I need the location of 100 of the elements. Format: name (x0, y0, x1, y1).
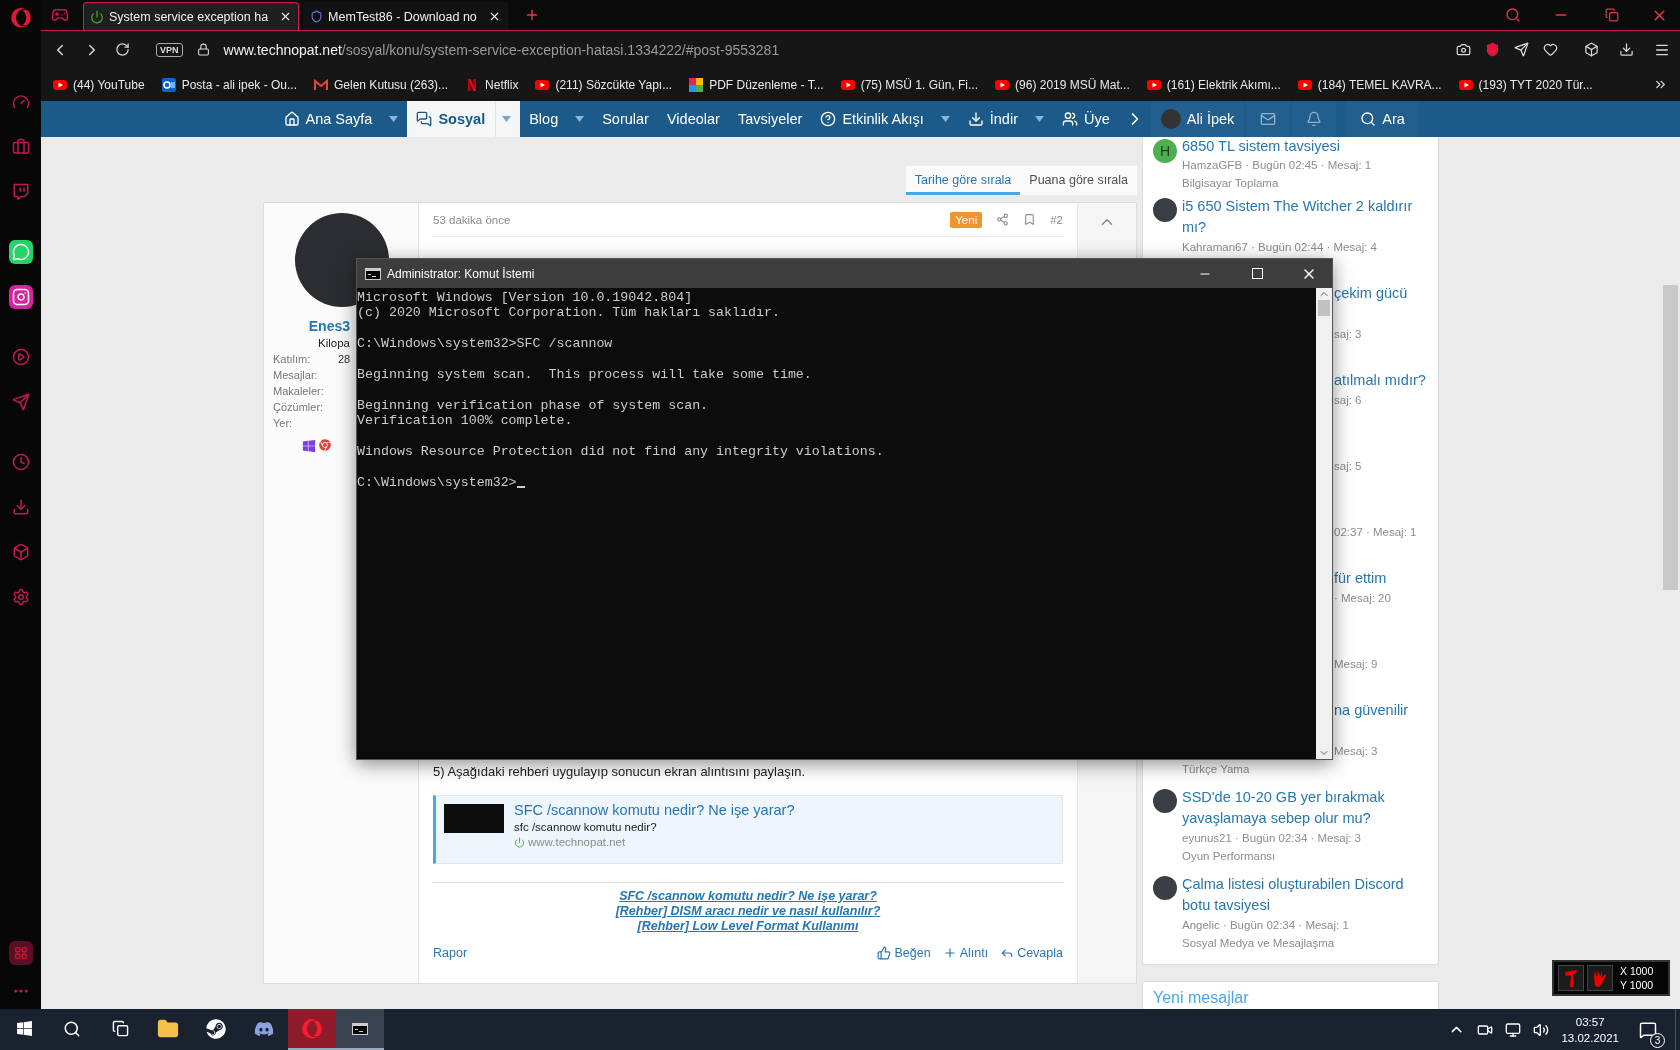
search-button[interactable]: Ara (1346, 101, 1419, 137)
related-link[interactable]: [Rehber] DISM aracı nedir ve nasıl kullanılır? (615, 904, 881, 918)
stat-label: Yer: (273, 417, 294, 431)
thread-title[interactable]: atılmalı mıdır? (1334, 370, 1426, 391)
thumbs-up-icon (877, 946, 892, 960)
bookmark-icon[interactable] (1023, 213, 1037, 226)
thread-title[interactable]: i5 650 Sistem The Witcher 2 kaldırır mı? (1182, 196, 1430, 238)
power-icon (514, 836, 525, 848)
thread-meta: · Mesaj: 20 (1334, 591, 1391, 606)
thread-meta: saj: 5 (1334, 459, 1362, 474)
users-icon (1062, 111, 1078, 127)
camera-icon[interactable] (8, 285, 33, 309)
thread-meta: saj: 3 (1334, 327, 1362, 342)
camera-icon[interactable] (1456, 42, 1471, 57)
console-line: (c) 2020 Microsoft Corporation. Tüm hakları saklıdır. (357, 305, 781, 320)
thread-category: Oyun Performansı (1182, 849, 1277, 864)
bookmark-link[interactable]: (75) MSÜ 1. Gün, Fi... (840, 77, 979, 92)
thread-title[interactable]: Çalma listesi oluşturabilen Discord botu tavsiyesi (1182, 874, 1430, 916)
glyph-icon (1558, 965, 1584, 991)
bookmark-link[interactable]: Netflix (465, 77, 519, 92)
bookmark-link[interactable]: Posta - ali ipek - Ou... (161, 77, 297, 92)
console-icon (365, 267, 381, 280)
reload-icon[interactable] (115, 42, 130, 57)
address-field[interactable]: www.technopat.net/sosyal/konu/system-service-exception-hatasi.1334222/#post-9553281 (223, 41, 780, 58)
bookmark-link[interactable]: (211) Sözcükte Yapı... (535, 77, 673, 92)
thread-title[interactable]: SSD'de 10-20 GB yer bırakmak yavaşlamaya sebep olur mu? (1182, 787, 1430, 829)
bookmark-link[interactable]: (184) TEMEL KAVRA... (1297, 77, 1442, 92)
notification-icon[interactable] (1639, 1020, 1657, 1039)
scrollbar-thumb[interactable] (1663, 285, 1678, 590)
stat-label: Mesajlar: (273, 369, 319, 383)
thread-title[interactable]: çekim gücü (1334, 283, 1408, 304)
report-link[interactable]: Rapor (433, 946, 866, 960)
stat-label: Çözümler: (273, 401, 325, 415)
console-icon (352, 1022, 368, 1035)
bookmark-link[interactable]: PDF Düzenleme - T... (689, 77, 824, 92)
bookmark-link[interactable]: (161) Elektrik Akımı... (1146, 77, 1281, 92)
volume-icon[interactable] (1533, 1021, 1550, 1038)
nav-tab[interactable]: Üye (1053, 101, 1119, 137)
post-action[interactable]: Beğen (877, 946, 931, 960)
nav-tab[interactable]: Sosyal (407, 101, 521, 137)
user-avatar (1153, 198, 1177, 222)
nav-tab[interactable]: İndir (958, 101, 1053, 137)
send-icon[interactable] (1514, 42, 1529, 57)
post-action[interactable]: Alıntı (942, 946, 989, 960)
cube-icon[interactable] (1584, 42, 1599, 57)
chat-icon[interactable] (8, 240, 33, 264)
share-icon[interactable] (996, 213, 1010, 226)
app-icon[interactable] (8, 941, 33, 965)
network-icon[interactable] (1505, 1021, 1522, 1038)
related-link[interactable]: SFC /scannow komutu nedir? Ne işe yarar? (619, 889, 877, 903)
post-action[interactable]: Cevapla (1000, 946, 1063, 960)
bookmark-link[interactable]: (44) YouTube (53, 77, 145, 92)
heart-icon[interactable] (1543, 42, 1558, 57)
shield-icon[interactable] (1485, 42, 1500, 57)
bell-icon[interactable] (1292, 101, 1337, 137)
power-icon (90, 9, 104, 24)
post-text: 5) Aşağıdaki rehberi uygulayıp sonucun ekran alıntısını paylaşın. (433, 764, 807, 779)
folder-icon (157, 1017, 179, 1040)
browser-tab[interactable]: MemTest86 - Download no (303, 2, 508, 30)
download-icon[interactable] (1619, 42, 1634, 57)
bookmark-link[interactable]: Gelen Kutusu (263)... (314, 77, 449, 92)
thread-title[interactable]: für ettim (1334, 568, 1387, 589)
nav-tab[interactable]: Ana Sayfa (274, 101, 408, 137)
user-name[interactable]: Enes3 (308, 318, 350, 334)
sort-tab[interactable]: Puana göre sırala (1020, 166, 1137, 195)
link-preview[interactable]: SFC /scannow komutu nedir? Ne işe yarar? sfc /scannow komutu nedir? www.technopat.net (433, 795, 1063, 864)
bookmark-link[interactable]: (193) TYT 2020 Tür... (1458, 77, 1593, 92)
vpn-badge[interactable]: VPN (156, 42, 183, 57)
thread-title[interactable]: na güvenilir (1334, 700, 1409, 721)
x-reading: X 1000 (1620, 964, 1654, 978)
user-avatar (1153, 789, 1177, 813)
clock[interactable]: 03:57 13.02.2021 (1561, 1013, 1619, 1046)
scrollbar-thumb[interactable] (1318, 300, 1330, 316)
taskbar-app[interactable] (336, 1009, 384, 1050)
preview-title: SFC /scannow komutu nedir? Ne işe yarar? (514, 802, 795, 818)
nav-tab[interactable]: Sorular (593, 101, 658, 137)
windows-icon (15, 1020, 33, 1037)
mail-icon (161, 77, 176, 92)
hand-icon (1587, 965, 1613, 991)
thread-title[interactable]: 6850 TL sistem tavsiyesi (1182, 137, 1430, 156)
nav-tab[interactable]: Blog (520, 101, 594, 137)
caret-icon[interactable] (495, 101, 512, 137)
thread-meta: Mesaj: 3 (1334, 744, 1378, 759)
browser-tab[interactable]: System service exception ha (83, 2, 300, 30)
question-icon (820, 111, 837, 127)
post-number[interactable]: #2 (1050, 213, 1063, 226)
opera-icon[interactable] (8, 6, 33, 30)
bookmark-link[interactable]: (96) 2019 MSÜ Mat... (995, 77, 1130, 92)
browser-icon (319, 439, 331, 453)
video-icon (535, 77, 550, 92)
nav-tab[interactable]: Tavsiyeler (728, 101, 812, 137)
related-link[interactable]: [Rehber] Low Level Format Kullanımı (637, 919, 859, 933)
console-line: C:\Windows\system32>SFC /scannow (357, 336, 614, 351)
nav-tab[interactable]: Videolar (657, 101, 729, 137)
reply-icon (1000, 946, 1015, 960)
nav-tab[interactable]: Etkinlik Akışı (811, 101, 959, 137)
video-icon (995, 77, 1010, 92)
sort-tab[interactable]: Tarihe göre sırala (905, 166, 1021, 195)
mail-icon[interactable] (1246, 101, 1291, 137)
user-menu[interactable]: Ali İpek (1150, 101, 1245, 137)
